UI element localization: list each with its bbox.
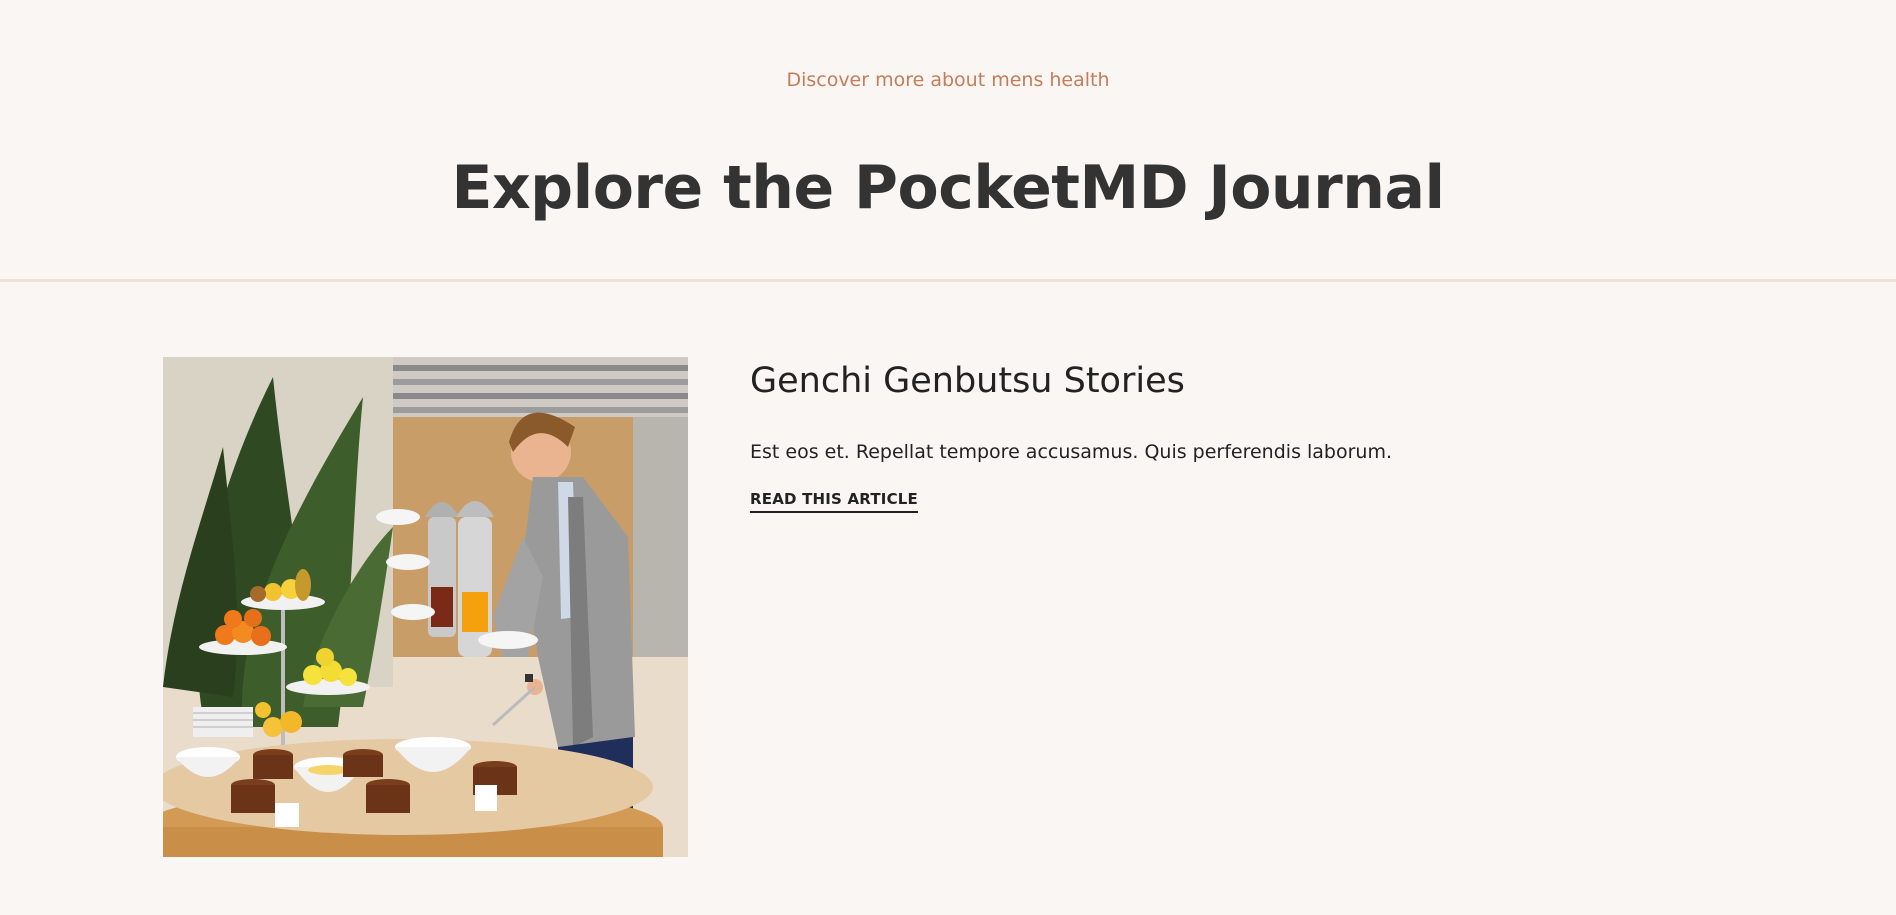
article-title[interactable]: Genchi Genbutsu Stories	[750, 359, 1185, 403]
eyebrow-text: Discover more about mens health	[786, 69, 1110, 91]
buffet-photo	[163, 357, 688, 857]
featured-article: Genchi Genbutsu Stories Est eos et. Repe…	[0, 282, 1896, 915]
read-article-link[interactable]: READ THIS ARTICLE	[750, 489, 918, 513]
article-excerpt: Est eos et. Repellat tempore accusamus. …	[750, 441, 1393, 463]
page-title: Explore the PocketMD Journal	[451, 153, 1445, 223]
journal-header: Discover more about mens health Explore …	[0, 0, 1896, 282]
article-thumbnail[interactable]	[163, 357, 688, 857]
